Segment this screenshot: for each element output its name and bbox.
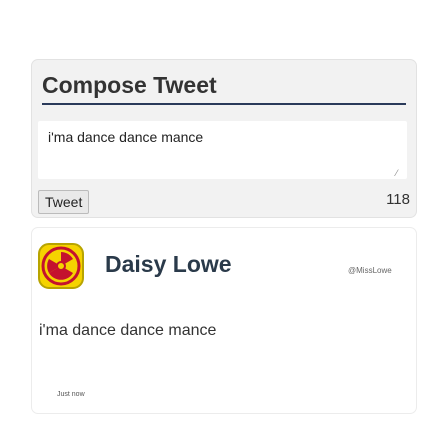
resize-grip-icon[interactable]: ⁄	[396, 168, 406, 178]
user-handle[interactable]: @MissLowe	[348, 266, 392, 275]
tweet-card: Daisy Lowe @MissLowe i'ma dance dance ma…	[31, 227, 417, 414]
timestamp: Just now	[57, 391, 85, 398]
tweet-text: i'ma dance dance mance	[39, 322, 217, 339]
radioactive-icon	[41, 246, 81, 286]
compose-panel: Compose Tweet ⁄ Tweet 118	[31, 59, 417, 218]
char-count: 118	[386, 191, 410, 208]
compose-title: Compose Tweet	[42, 72, 406, 105]
avatar	[38, 243, 84, 289]
tweet-input[interactable]	[38, 121, 407, 179]
user-name[interactable]: Daisy Lowe	[105, 251, 232, 278]
tweet-button[interactable]: Tweet	[38, 190, 90, 214]
